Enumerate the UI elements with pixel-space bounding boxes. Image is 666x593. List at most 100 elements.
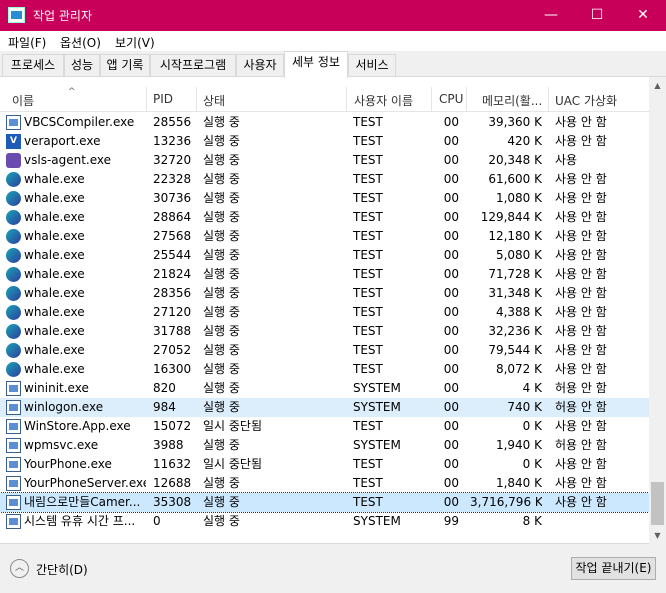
end-task-button[interactable]: 작업 끝내기(E) — [571, 557, 656, 580]
process-user: TEST — [353, 134, 383, 148]
process-cpu: 00 — [443, 400, 459, 414]
whale-icon — [6, 267, 21, 282]
process-name: whale.exe — [24, 172, 85, 186]
process-cpu: 00 — [443, 172, 459, 186]
process-row[interactable]: whale.exe 28356 실행 중 TEST 00 31,348 K 사용 안 함 — [0, 284, 649, 303]
process-row[interactable]: wpmsvc.exe 3988 실행 중 SYSTEM 00 1,940 K 허용 안 함 — [0, 436, 649, 455]
tab-strip: 프로세스 성능 앱 기록 시작프로그램 사용자 세부 정보 서비스 — [0, 51, 666, 78]
process-status: 실행 중 — [203, 514, 240, 528]
process-cpu: 00 — [443, 419, 459, 433]
process-cpu: 00 — [443, 362, 459, 376]
app-window-icon — [6, 400, 21, 415]
tab-users[interactable]: 사용자 — [236, 54, 284, 76]
process-row[interactable]: whale.exe 22328 실행 중 TEST 00 61,600 K 사용 안 함 — [0, 170, 649, 189]
process-row[interactable]: 시스템 유휴 시간 프... 0 실행 중 SYSTEM 99 8 K — [0, 512, 649, 531]
details-panel: ^ 이름 PID 상태 사용자 이름 CPU 메모리(활... UAC 가상화 … — [0, 77, 666, 544]
whale-icon — [6, 305, 21, 320]
scroll-down-icon[interactable]: ▼ — [649, 527, 666, 544]
vertical-scrollbar[interactable]: ▲ ▼ — [649, 77, 666, 544]
col-pid[interactable]: PID — [153, 92, 173, 106]
app-window-icon — [6, 495, 21, 510]
col-uac[interactable]: UAC 가상화 — [555, 92, 617, 109]
process-uac: 사용 안 함 — [555, 229, 607, 243]
col-status[interactable]: 상태 — [203, 92, 225, 109]
process-row[interactable]: Vveraport.exe 13236 실행 중 TEST 00 420 K 사용 안 함 — [0, 132, 649, 151]
process-memory: 4,388 K — [495, 305, 542, 319]
process-row[interactable]: whale.exe 31788 실행 중 TEST 00 32,236 K 사용 안 함 — [0, 322, 649, 341]
process-row[interactable]: whale.exe 28864 실행 중 TEST 00 129,844 K 사용 안 함 — [0, 208, 649, 227]
menu-file[interactable]: 파일(F) — [8, 34, 46, 51]
process-row[interactable]: vsls-agent.exe 32720 실행 중 TEST 00 20,348 K 사용 — [0, 151, 649, 170]
scroll-thumb[interactable] — [651, 482, 664, 525]
maximize-button[interactable]: ☐ — [574, 0, 620, 31]
process-row[interactable]: WinStore.App.exe 15072 일시 중단됨 TEST 00 0 K 사용 안… — [0, 417, 649, 436]
process-user: TEST — [353, 419, 383, 433]
process-uac: 사용 안 함 — [555, 457, 607, 471]
whale-icon — [6, 210, 21, 225]
process-name: 내림으로만들Camer... — [24, 495, 141, 509]
col-memory[interactable]: 메모리(활... — [482, 92, 542, 109]
col-cpu[interactable]: CPU — [439, 92, 463, 106]
app-window-icon — [6, 115, 21, 130]
process-pid: 28556 — [153, 115, 192, 129]
process-name: whale.exe — [24, 267, 85, 281]
process-row[interactable]: whale.exe 25544 실행 중 TEST 00 5,080 K 사용 안 함 — [0, 246, 649, 265]
process-uac: 사용 안 함 — [555, 172, 607, 186]
process-status: 실행 중 — [203, 229, 240, 243]
tab-startup[interactable]: 시작프로그램 — [150, 54, 236, 76]
process-user: TEST — [353, 115, 383, 129]
process-row[interactable]: whale.exe 27120 실행 중 TEST 00 4,388 K 사용 안 함 — [0, 303, 649, 322]
process-row[interactable]: whale.exe 27568 실행 중 TEST 00 12,180 K 사용 안 함 — [0, 227, 649, 246]
process-pid: 22328 — [153, 172, 192, 186]
process-pid: 35308 — [153, 495, 192, 509]
process-memory: 1,840 K — [495, 476, 542, 490]
process-name: winlogon.exe — [24, 400, 104, 414]
menu-view[interactable]: 보기(V) — [115, 34, 155, 51]
tab-processes[interactable]: 프로세스 — [2, 54, 64, 76]
process-uac: 사용 안 함 — [555, 115, 607, 129]
tab-services[interactable]: 서비스 — [348, 54, 396, 76]
collapse-link[interactable]: 간단히(D) — [36, 561, 88, 578]
process-user: TEST — [353, 305, 383, 319]
process-status: 실행 중 — [203, 115, 240, 129]
process-row[interactable]: YourPhoneServer.exe 12688 실행 중 TEST 00 1,840 … — [0, 474, 649, 493]
process-status: 실행 중 — [203, 476, 240, 490]
col-name[interactable]: 이름 — [12, 92, 34, 109]
process-pid: 12688 — [153, 476, 192, 490]
process-row[interactable]: VBCSCompiler.exe 28556 실행 중 TEST 00 39,360 K 사… — [0, 113, 649, 132]
process-row[interactable]: winlogon.exe 984 실행 중 SYSTEM 00 740 K 허용 안 함 — [0, 398, 649, 417]
tab-performance[interactable]: 성능 — [64, 54, 100, 76]
process-uac: 허용 안 함 — [555, 400, 607, 414]
tab-app-history[interactable]: 앱 기록 — [100, 54, 150, 76]
scroll-up-icon[interactable]: ▲ — [649, 77, 666, 94]
process-uac: 사용 안 함 — [555, 286, 607, 300]
process-status: 실행 중 — [203, 324, 240, 338]
process-pid: 15072 — [153, 419, 192, 433]
process-row[interactable]: whale.exe 16300 실행 중 TEST 00 8,072 K 사용 안 함 — [0, 360, 649, 379]
process-cpu: 00 — [443, 210, 459, 224]
process-cpu: 99 — [443, 514, 459, 528]
app-window-icon — [6, 476, 21, 491]
title-bar: 작업 관리자 — ☐ ✕ — [0, 0, 666, 31]
process-row[interactable]: 내림으로만들Camer... 35308 실행 중 TEST 00 3,716,796 K… — [0, 492, 650, 513]
close-button[interactable]: ✕ — [620, 0, 666, 31]
col-user[interactable]: 사용자 이름 — [354, 92, 413, 109]
process-row[interactable]: wininit.exe 820 실행 중 SYSTEM 00 4 K 허용 안 함 — [0, 379, 649, 398]
chevron-up-icon[interactable]: ︿ — [10, 559, 29, 578]
process-user: TEST — [353, 267, 383, 281]
menu-options[interactable]: 옵션(O) — [60, 34, 101, 51]
process-user: TEST — [353, 210, 383, 224]
process-row[interactable]: YourPhone.exe 11632 일시 중단됨 TEST 00 0 K 사용 안 함 — [0, 455, 649, 474]
minimize-button[interactable]: — — [528, 0, 574, 31]
process-row[interactable]: whale.exe 27052 실행 중 TEST 00 79,544 K 사용 안 함 — [0, 341, 649, 360]
process-row[interactable]: whale.exe 21824 실행 중 TEST 00 71,728 K 사용 안 함 — [0, 265, 649, 284]
process-row[interactable]: whale.exe 30736 실행 중 TEST 00 1,080 K 사용 안 함 — [0, 189, 649, 208]
process-user: TEST — [353, 343, 383, 357]
process-cpu: 00 — [443, 495, 459, 509]
process-memory: 4 K — [522, 381, 542, 395]
process-uac: 사용 안 함 — [555, 495, 607, 509]
process-cpu: 00 — [443, 134, 459, 148]
process-user: SYSTEM — [353, 381, 401, 395]
process-name: whale.exe — [24, 191, 85, 205]
tab-details[interactable]: 세부 정보 — [284, 51, 348, 78]
